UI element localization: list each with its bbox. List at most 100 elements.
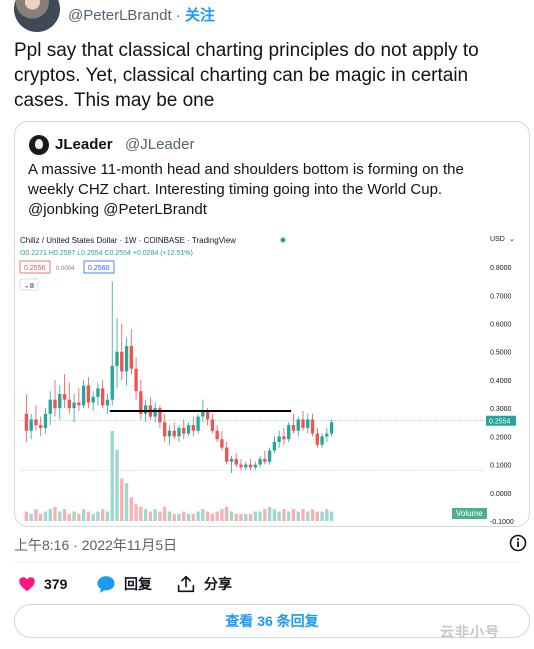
candle-body xyxy=(39,425,43,428)
tweet-timestamp[interactable]: 上午8:16 · 2022年11月5日 xyxy=(14,535,177,555)
candle-body xyxy=(115,351,119,366)
reply-button[interactable]: 回复 xyxy=(96,574,152,594)
candle-body xyxy=(186,425,191,434)
volume-bar xyxy=(134,504,138,521)
heart-icon xyxy=(19,577,35,592)
candle-body xyxy=(163,422,167,437)
indicator-count: 8 xyxy=(30,283,34,290)
volume-bar xyxy=(24,511,29,521)
volume-bar xyxy=(248,513,253,521)
candle-body xyxy=(124,346,129,372)
candle-body xyxy=(282,436,286,440)
volume-bar xyxy=(139,506,143,521)
volume-bar xyxy=(39,513,43,521)
candle-body xyxy=(167,430,172,437)
volume-bar xyxy=(48,509,52,521)
candle-body xyxy=(205,410,210,420)
follow-button[interactable]: 关注 xyxy=(185,7,215,24)
candle-body xyxy=(34,419,38,426)
volume-bar xyxy=(325,509,329,521)
candle-body xyxy=(58,394,62,409)
candle-body xyxy=(291,425,296,431)
quoted-author-avatar[interactable] xyxy=(29,135,49,155)
candle-body xyxy=(267,450,272,462)
volume-bar xyxy=(215,511,219,521)
candle-body xyxy=(220,439,224,448)
author-handle[interactable]: @PeterLBrandt xyxy=(68,7,172,24)
volume-bar xyxy=(177,513,181,521)
candle-body xyxy=(310,419,315,434)
candle-body xyxy=(287,425,291,440)
bid-price: 0.2556 xyxy=(24,265,46,272)
candle-body xyxy=(272,442,277,451)
currency-label[interactable]: USD xyxy=(490,236,505,243)
candle-body xyxy=(134,368,138,392)
volume-bar xyxy=(186,513,191,521)
volume-bar xyxy=(29,513,33,521)
candle-body xyxy=(315,433,319,445)
quoted-author-name[interactable]: JLeader xyxy=(55,136,113,153)
candle-body xyxy=(325,433,329,437)
candle-body xyxy=(329,422,334,434)
candle-body xyxy=(225,447,229,462)
chart-image[interactable]: Chiliz / United States Dollar · 1W · COI… xyxy=(16,231,528,525)
volume-bar xyxy=(86,511,91,521)
share-button[interactable]: 分享 xyxy=(176,574,232,594)
candlestick-chart: Chiliz / United States Dollar · 1W · COI… xyxy=(19,236,516,525)
volume-bar xyxy=(58,511,62,521)
candle-body xyxy=(153,408,157,417)
volume-bar xyxy=(205,511,210,521)
volume-bar xyxy=(258,511,262,521)
volume-bar xyxy=(253,511,257,521)
volume-bar xyxy=(277,511,281,521)
volume-bar xyxy=(196,511,200,521)
candle-body xyxy=(229,458,234,462)
volume-bar xyxy=(306,511,310,521)
volume-bar xyxy=(148,511,153,521)
y-tick-label: 0.6000 xyxy=(490,322,512,329)
volume-bar xyxy=(329,511,334,521)
volume-bar xyxy=(158,511,162,521)
candle-body xyxy=(210,419,215,431)
volume-bar xyxy=(210,513,215,521)
candle-body xyxy=(72,402,76,409)
candle-body xyxy=(101,388,105,406)
volume-bar xyxy=(201,509,205,521)
candle-body xyxy=(239,464,243,468)
quoted-author-handle[interactable]: @JLeader xyxy=(125,136,194,153)
author-handle-row: @PeterLBrandt · 关注 xyxy=(68,4,215,25)
volume-bar xyxy=(81,509,86,521)
volume-bar xyxy=(234,513,238,521)
volume-bar xyxy=(53,506,57,521)
candle-body xyxy=(296,419,300,431)
volume-bar xyxy=(182,511,186,521)
like-button[interactable]: 379 xyxy=(18,574,67,594)
y-tick-label: 0.5000 xyxy=(490,350,512,357)
volume-bar xyxy=(143,509,148,521)
candle-body xyxy=(120,351,124,372)
candle-body xyxy=(253,464,257,468)
quoted-tweet[interactable]: JLeader @JLeader A massive 11-month head… xyxy=(14,121,530,527)
volume-bar xyxy=(43,511,48,521)
candle-body xyxy=(29,419,33,431)
info-icon[interactable] xyxy=(509,534,527,552)
volume-bar xyxy=(91,513,95,521)
author-avatar[interactable] xyxy=(14,0,60,32)
share-icon xyxy=(177,575,195,593)
volume-bar xyxy=(272,509,277,521)
volume-bar xyxy=(282,509,286,521)
candle-body xyxy=(81,385,86,406)
candle-body xyxy=(182,427,186,434)
reply-label: 回复 xyxy=(124,576,152,592)
volume-bar xyxy=(220,509,224,521)
volume-bar xyxy=(229,511,234,521)
volume-bar xyxy=(124,483,129,521)
y-tick-label: 0.3000 xyxy=(490,406,512,413)
volume-bar xyxy=(163,506,167,521)
volume-bar xyxy=(172,513,176,521)
volume-bar xyxy=(101,509,105,521)
candle-body xyxy=(234,458,238,465)
ask-price: 0.2560 xyxy=(88,265,110,272)
chat-bubble-icon xyxy=(97,576,115,593)
volume-bar xyxy=(120,478,124,521)
